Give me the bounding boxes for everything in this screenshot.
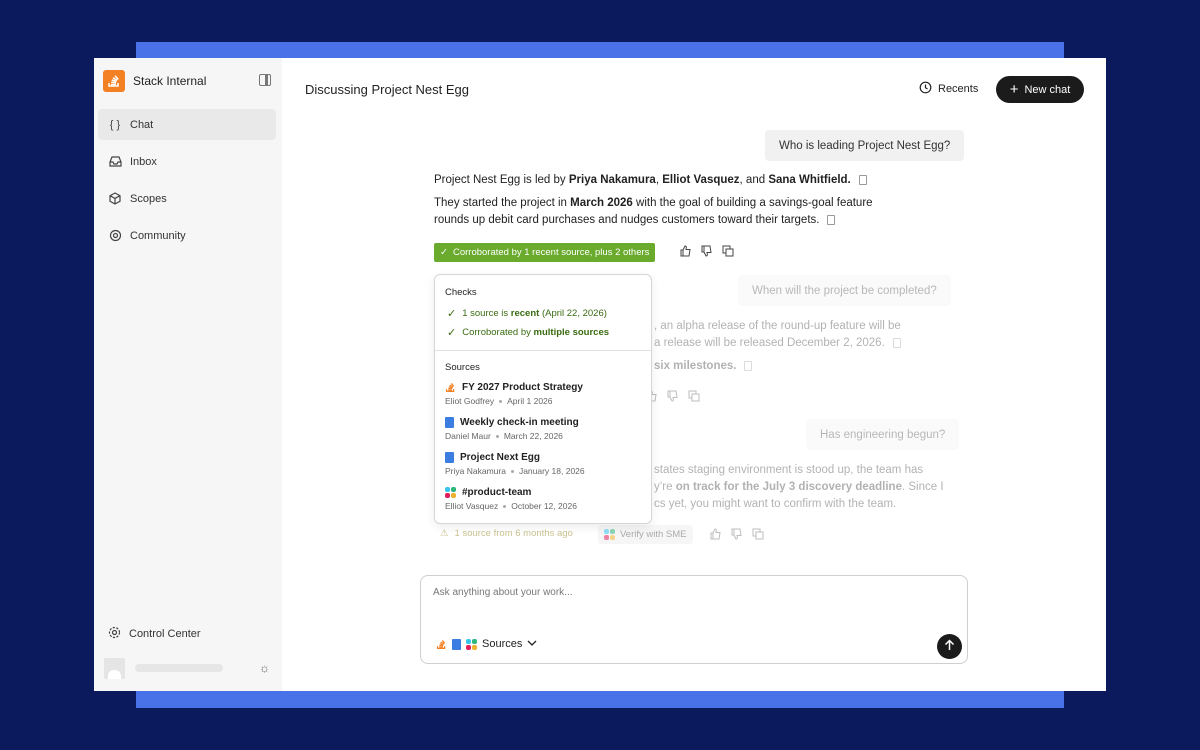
sidebar-item-label: Community (130, 229, 186, 242)
sidebar-item-scopes[interactable]: Scopes (98, 183, 276, 214)
send-button[interactable] (937, 634, 962, 659)
gear-icon (108, 626, 121, 642)
doc-icon (445, 452, 454, 463)
source-item[interactable]: Weekly check-in meeting Daniel Maur March… (445, 417, 645, 441)
user-profile[interactable]: ☼ (104, 657, 274, 679)
chevron-down-icon (527, 638, 537, 650)
corroboration-badge[interactable]: ✓ Corroborated by 1 recent source, plus … (434, 243, 656, 262)
source-item[interactable]: #product-team Elliot Vasquez October 12, … (445, 487, 645, 511)
user-message-text: Has engineering begun? (820, 428, 946, 441)
sidebar-toggle-icon[interactable] (259, 74, 271, 86)
doc-icon (445, 417, 454, 428)
user-message-text: Who is leading Project Nest Egg? (779, 139, 951, 152)
verify-label: Verify with SME (620, 529, 687, 540)
braces-icon: { } (109, 118, 121, 131)
arrow-up-icon (944, 639, 955, 654)
thumbs-down-icon[interactable] (701, 245, 713, 260)
check-item: ✓ Corroborated by multiple sources (447, 327, 610, 339)
copy-icon[interactable] (722, 245, 734, 260)
check-icon: ✓ (447, 327, 457, 339)
checks-title: Checks (445, 287, 477, 298)
slack-icon (466, 638, 477, 650)
sources-popover: Checks ✓ 1 source is recent (April 22, 2… (434, 274, 652, 524)
sidebar: Stack Internal { } Chat Inbox Scopes Com… (94, 58, 282, 691)
control-center-link[interactable]: Control Center (108, 626, 201, 642)
citation-icon[interactable] (744, 360, 753, 371)
stackoverflow-logo-icon (103, 70, 125, 92)
user-message-text: When will the project be completed? (752, 284, 937, 297)
user-message: When will the project be completed? (738, 275, 951, 306)
source-title: FY 2027 Product Strategy (462, 382, 583, 393)
user-name-placeholder (135, 664, 223, 672)
feedback-actions (646, 390, 700, 405)
new-chat-label: New chat (1024, 83, 1071, 96)
sidebar-nav: { } Chat Inbox Scopes Community (98, 109, 276, 257)
stackoverflow-icon (445, 382, 456, 393)
thumbs-up-icon[interactable] (710, 528, 722, 543)
check-icon: ✓ (447, 308, 457, 320)
sun-icon[interactable]: ☼ (259, 661, 270, 675)
feedback-actions (710, 528, 764, 543)
source-item[interactable]: FY 2027 Product Strategy Eliot Godfrey Ap… (445, 382, 645, 406)
sources-label: Sources (482, 638, 523, 650)
source-title: Weekly check-in meeting (460, 417, 579, 428)
thumbs-up-icon[interactable] (680, 245, 692, 260)
cube-icon (108, 192, 122, 206)
sidebar-item-label: Scopes (130, 192, 167, 205)
user-message: Has engineering begun? (806, 419, 960, 450)
avatar (104, 657, 125, 679)
slack-icon (604, 529, 615, 540)
verify-sme-button[interactable]: Verify with SME (598, 525, 693, 544)
feedback-actions (680, 245, 734, 260)
divider (435, 350, 651, 351)
source-item[interactable]: Project Next Egg Priya Nakamura January 1… (445, 452, 645, 476)
inbox-icon (108, 155, 122, 169)
thumbs-down-icon[interactable] (667, 390, 679, 405)
citation-icon[interactable] (858, 174, 867, 185)
brand[interactable]: Stack Internal (103, 70, 206, 92)
source-title: #product-team (462, 487, 532, 498)
copy-icon[interactable] (752, 528, 764, 543)
thumbs-down-icon[interactable] (731, 528, 743, 543)
community-icon (108, 229, 122, 243)
control-center-label: Control Center (129, 628, 201, 640)
sources-title: Sources (445, 362, 480, 373)
chat-input[interactable] (433, 587, 953, 598)
page-title: Discussing Project Nest Egg (305, 82, 470, 97)
answer-paragraph: They started the project in March 2026 w… (434, 197, 873, 226)
source-title: Project Next Egg (460, 452, 541, 463)
assistant-message: , an alpha release of the round-up featu… (654, 320, 901, 372)
sidebar-item-community[interactable]: Community (98, 220, 276, 251)
assistant-message: states staging environment is stood up, … (654, 464, 944, 510)
recents-button[interactable]: Recents (919, 81, 978, 97)
sidebar-item-label: Chat (130, 118, 154, 131)
sidebar-item-inbox[interactable]: Inbox (98, 146, 276, 177)
recents-label: Recents (938, 83, 979, 95)
app-name: Stack Internal (133, 74, 207, 88)
sources-picker[interactable]: Sources (436, 638, 537, 650)
citation-icon[interactable] (892, 337, 901, 348)
chat-main: Discussing Project Nest Egg Recents + Ne… (282, 58, 1106, 691)
answer-paragraph: Project Nest Egg is led by Priya Nakamur… (434, 172, 974, 189)
copy-icon[interactable] (688, 390, 700, 405)
plus-icon: + (1009, 81, 1019, 98)
assistant-message: Project Nest Egg is led by Priya Nakamur… (434, 172, 974, 229)
warning-icon: ⚠ (440, 528, 449, 539)
citation-icon[interactable] (827, 214, 836, 225)
user-message: Who is leading Project Nest Egg? (765, 130, 965, 161)
check-icon: ✓ (440, 247, 448, 258)
sidebar-item-label: Inbox (130, 155, 157, 168)
check-item: ✓ 1 source is recent (April 22, 2026) (447, 308, 607, 320)
badge-text: Corroborated by 1 recent source, plus 2 … (452, 247, 650, 258)
sidebar-item-chat[interactable]: { } Chat (98, 109, 276, 140)
new-chat-button[interactable]: + New chat (996, 76, 1084, 103)
source-age-warning[interactable]: ⚠ 1 source from 6 months ago (440, 528, 573, 539)
warning-text: 1 source from 6 months ago (454, 528, 573, 539)
app-window: Stack Internal { } Chat Inbox Scopes Com… (94, 58, 1106, 691)
chat-composer: Sources (420, 575, 968, 664)
slack-icon (445, 487, 456, 498)
clock-icon (919, 81, 932, 97)
stackoverflow-icon (436, 639, 447, 650)
doc-icon (452, 638, 461, 650)
